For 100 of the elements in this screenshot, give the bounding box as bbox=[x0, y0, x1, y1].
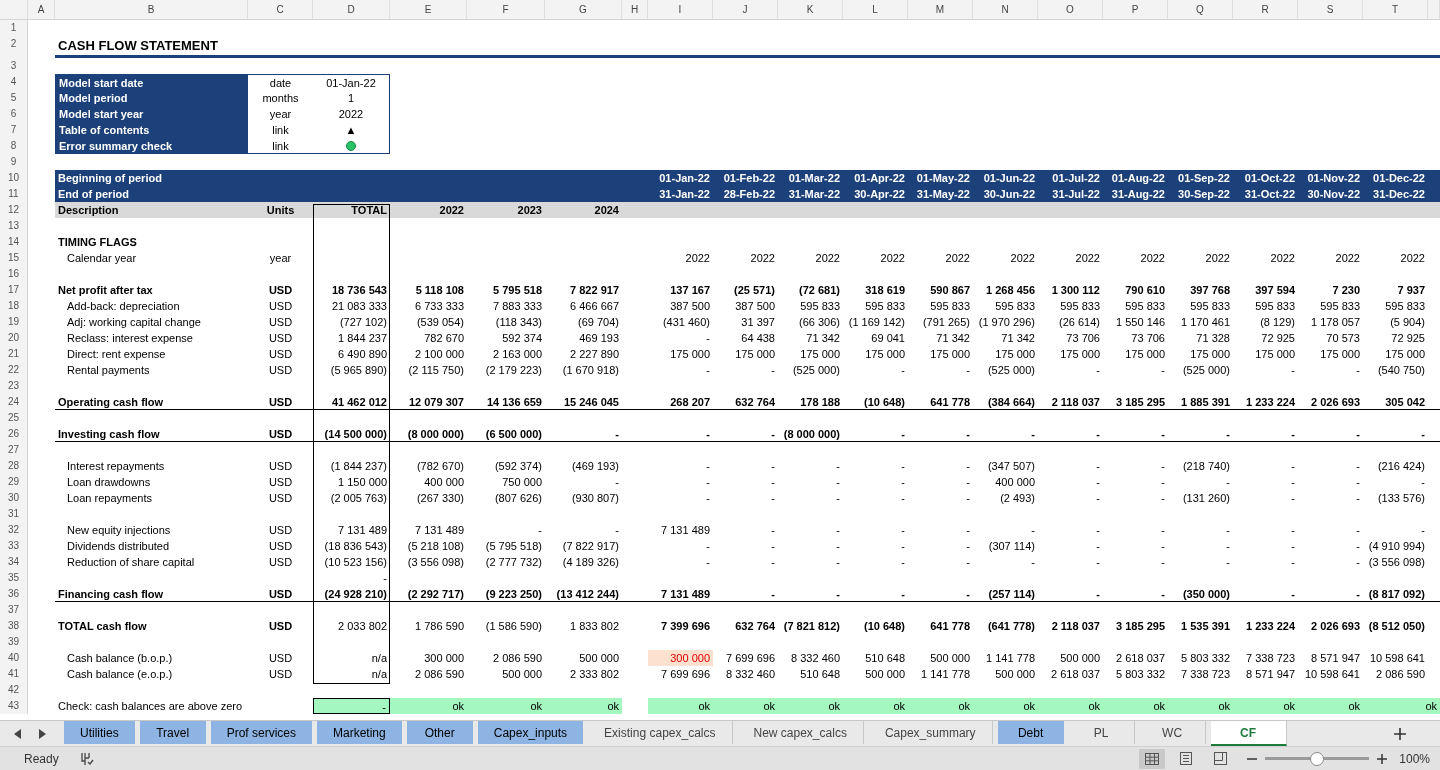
setting-unit: link bbox=[248, 138, 313, 154]
sheet-tab[interactable]: Capex_summary bbox=[868, 721, 993, 744]
sheet-tab[interactable]: New capex_calcs bbox=[737, 721, 864, 744]
month-value: - bbox=[1095, 475, 1101, 490]
column-header[interactable]: S bbox=[1298, 0, 1363, 19]
column-header[interactable]: L bbox=[843, 0, 908, 19]
month-value: - bbox=[770, 459, 776, 474]
check-cell: ok bbox=[1038, 698, 1103, 714]
column-header[interactable]: T bbox=[1363, 0, 1428, 19]
column-header[interactable]: N bbox=[973, 0, 1038, 19]
month-value: 595 833 bbox=[1384, 299, 1426, 314]
month-value: - bbox=[835, 459, 841, 474]
column-header[interactable]: M bbox=[908, 0, 973, 19]
month-value: 1 141 778 bbox=[985, 651, 1036, 666]
month-value: - bbox=[835, 523, 841, 538]
sheet-tab[interactable]: CF bbox=[1210, 721, 1287, 746]
sheet-tab[interactable]: Other bbox=[406, 721, 473, 744]
month-value: - bbox=[965, 475, 971, 490]
column-header[interactable]: G bbox=[545, 0, 622, 19]
month-value: (257 114) bbox=[973, 586, 1038, 602]
row-number: 19 bbox=[0, 314, 28, 330]
month-value: - bbox=[1290, 539, 1296, 554]
month-value: - bbox=[705, 331, 711, 346]
column-header[interactable]: J bbox=[713, 0, 778, 19]
row-number: 14 bbox=[0, 234, 28, 250]
column-header[interactable]: A bbox=[28, 0, 55, 19]
month-value: (216 424) bbox=[1376, 459, 1426, 474]
sheet-tab[interactable]: Existing capex_calcs bbox=[588, 721, 733, 744]
month-value: (350 000) bbox=[1168, 586, 1233, 602]
month-value: - bbox=[1355, 491, 1361, 506]
total-cell-text: 2 033 802 bbox=[337, 619, 388, 634]
month-value: (218 740) bbox=[1181, 459, 1231, 474]
month-value: 175 000 bbox=[1124, 347, 1166, 362]
month-value: - bbox=[770, 363, 776, 378]
month-value: - bbox=[908, 426, 973, 442]
sheet-tab[interactable]: Capex_inputs bbox=[477, 721, 584, 744]
unit-cell-text: USD bbox=[267, 475, 294, 490]
setting-label: Model start year bbox=[55, 106, 248, 122]
column-header[interactable]: C bbox=[248, 0, 313, 19]
month-value: - bbox=[1095, 555, 1101, 570]
column-header[interactable]: O bbox=[1038, 0, 1103, 19]
check-cell: ok bbox=[908, 698, 973, 714]
year-value: (1 670 918) bbox=[561, 363, 620, 378]
month-value: 175 000 bbox=[1254, 347, 1296, 362]
sheet-tab[interactable]: Debt bbox=[997, 721, 1064, 744]
sheet-tab[interactable]: Prof services bbox=[210, 721, 313, 744]
year-value: (6 500 000) bbox=[467, 426, 545, 442]
check-cell: ok bbox=[467, 698, 545, 714]
month-value: - bbox=[1038, 586, 1103, 602]
month-value: 2022 bbox=[1139, 251, 1166, 266]
month-value: 70 573 bbox=[1325, 331, 1361, 346]
month-value: - bbox=[835, 539, 841, 554]
month-value: 510 648 bbox=[799, 667, 841, 682]
month-value: - bbox=[1160, 539, 1166, 554]
month-value: 2022 bbox=[814, 251, 841, 266]
month-value: - bbox=[1160, 363, 1166, 378]
sheet-tab[interactable]: Travel bbox=[139, 721, 206, 744]
month-value: (3 556 098) bbox=[1367, 555, 1426, 570]
row-number: 13 bbox=[0, 218, 28, 234]
column-header[interactable]: P bbox=[1103, 0, 1168, 19]
month-value: 10 598 641 bbox=[1303, 667, 1361, 682]
unit-cell-text: year bbox=[268, 251, 293, 266]
month-value: 175 000 bbox=[1189, 347, 1231, 362]
month-value: - bbox=[835, 491, 841, 506]
month-value: 2022 bbox=[1009, 251, 1036, 266]
month-value: 641 778 bbox=[908, 394, 973, 410]
row-number: 35 bbox=[0, 570, 28, 586]
month-value: (131 260) bbox=[1181, 491, 1231, 506]
line-label: Investing cash flow bbox=[55, 426, 248, 442]
column-header[interactable]: D bbox=[313, 0, 390, 19]
month-value: - bbox=[965, 459, 971, 474]
total-cell-text: 6 490 890 bbox=[337, 347, 388, 362]
view-button[interactable] bbox=[1139, 748, 1166, 769]
sheet-tab[interactable]: PL bbox=[1068, 721, 1135, 744]
month-value: - bbox=[705, 475, 711, 490]
column-header[interactable]: I bbox=[648, 0, 713, 19]
setting-value: ▲ bbox=[313, 122, 390, 138]
slider-thumb[interactable] bbox=[1310, 751, 1325, 766]
year-value: - bbox=[614, 523, 620, 538]
month-value: 137 167 bbox=[669, 283, 711, 298]
check-cell: ok bbox=[545, 698, 622, 714]
month-value: 8 571 947 bbox=[1245, 667, 1296, 682]
sheet-tab[interactable]: WC bbox=[1139, 721, 1206, 744]
row-number: 27 bbox=[0, 442, 28, 458]
month-value: 2022 bbox=[944, 251, 971, 266]
month-value: 2022 bbox=[1399, 251, 1426, 266]
month-value: - bbox=[843, 586, 908, 602]
accessibility-icon[interactable] bbox=[80, 751, 94, 766]
column-header[interactable]: E bbox=[390, 0, 467, 19]
column-header[interactable]: R bbox=[1233, 0, 1298, 19]
column-header[interactable]: H bbox=[622, 0, 648, 19]
column-header[interactable]: Q bbox=[1168, 0, 1233, 19]
month-value: (384 664) bbox=[973, 394, 1038, 410]
column-header[interactable]: K bbox=[778, 0, 843, 19]
sheet-tab[interactable]: Marketing bbox=[317, 721, 402, 744]
month-value: - bbox=[973, 426, 1038, 442]
line-label: TOTAL cash flow bbox=[57, 619, 148, 634]
sheet-tab[interactable]: Utilities bbox=[64, 721, 135, 744]
column-header[interactable]: F bbox=[467, 0, 545, 19]
column-header[interactable]: B bbox=[55, 0, 248, 19]
